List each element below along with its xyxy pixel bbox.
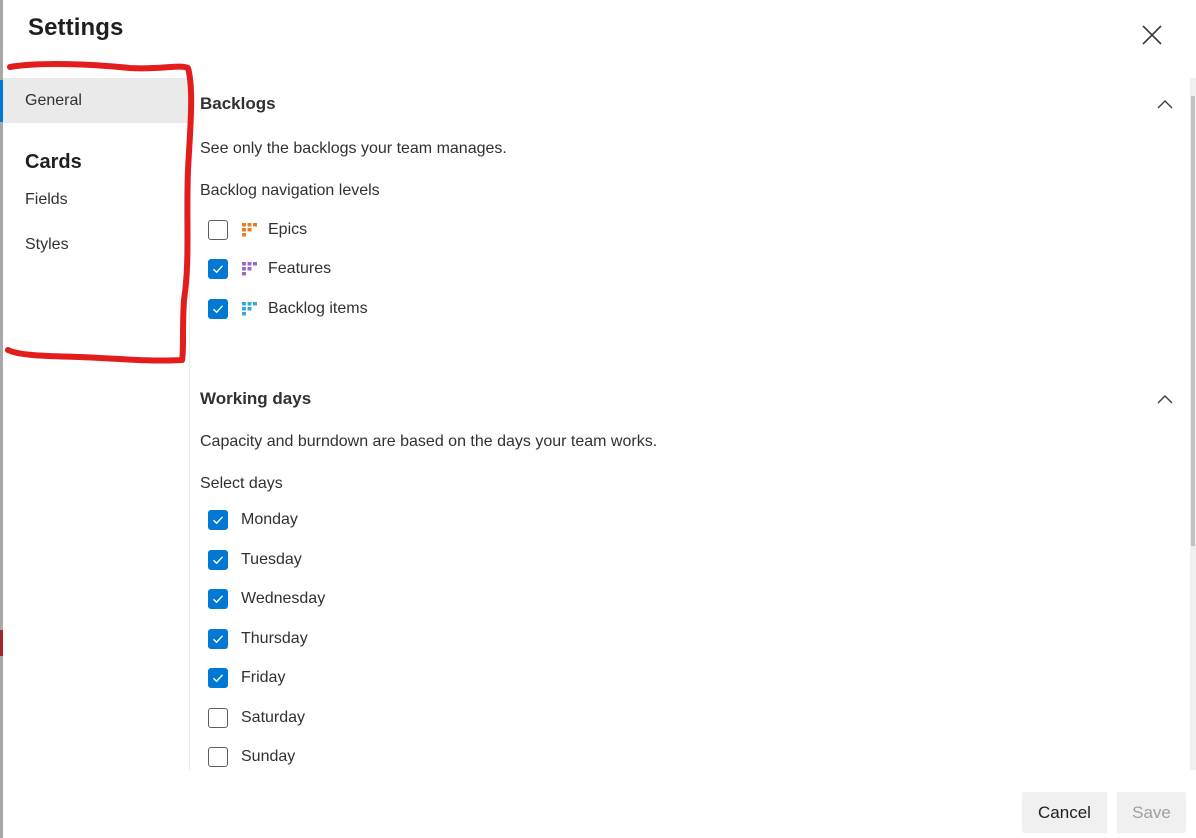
checkbox-label: Saturday [241, 708, 306, 726]
checkbox-label: Tuesday [241, 550, 302, 568]
section-title: Backlogs [200, 94, 276, 113]
day-sunday[interactable]: Sunday [200, 738, 1180, 771]
settings-nav: General Cards Fields Styles [3, 78, 189, 267]
chevron-up-icon [1157, 100, 1173, 109]
checkbox[interactable] [208, 668, 228, 689]
working-days-list: Monday Tuesday Wednesday Thursday Friday… [200, 501, 1180, 771]
save-button[interactable]: Save [1117, 792, 1186, 833]
nav-item-styles[interactable]: Styles [3, 222, 189, 267]
features-backlog-icon [242, 262, 257, 276]
backlog-levels-label: Backlog navigation levels [200, 182, 380, 199]
nav-item-general[interactable]: General [3, 78, 189, 123]
nav-item-fields[interactable]: Fields [3, 177, 189, 222]
collapse-backlogs-button[interactable] [1150, 89, 1180, 119]
checkbox[interactable] [208, 298, 228, 319]
backlogs-header[interactable]: Backlogs [200, 78, 1180, 130]
scrollbar-thumb[interactable] [1191, 96, 1195, 546]
chevron-up-icon [1157, 394, 1173, 403]
nav-divider [189, 78, 190, 770]
day-friday[interactable]: Friday [200, 659, 1180, 699]
nav-group-cards: Cards [25, 150, 82, 173]
backlog-level-features[interactable]: Features [200, 250, 1180, 290]
close-button[interactable] [1139, 22, 1165, 48]
checkbox[interactable] [208, 219, 228, 240]
checkbox-label: Monday [241, 511, 298, 529]
day-tuesday[interactable]: Tuesday [200, 540, 1180, 580]
section-description: Capacity and burndown are based on the d… [200, 432, 658, 450]
nav-item-label: General [25, 91, 82, 109]
checkbox[interactable] [208, 589, 228, 610]
checkbox[interactable] [208, 510, 228, 531]
day-wednesday[interactable]: Wednesday [200, 580, 1180, 620]
backlog-levels-list: Epics Features Backlog items [200, 210, 1180, 329]
select-days-label: Select days [200, 474, 283, 492]
checkbox-label: Wednesday [241, 590, 326, 608]
backlog-level-epics[interactable]: Epics [200, 210, 1180, 250]
nav-item-label: Styles [25, 235, 69, 253]
checkbox-label: Features [268, 260, 332, 278]
cancel-button[interactable]: Cancel [1022, 792, 1107, 833]
checkbox-label: Thursday [241, 629, 308, 647]
day-thursday[interactable]: Thursday [200, 619, 1180, 659]
backlog-level-backlog-items[interactable]: Backlog items [200, 289, 1180, 329]
checkbox-label: Backlog items [268, 299, 368, 317]
backlog-items-backlog-icon [242, 301, 257, 316]
checkbox[interactable] [208, 707, 228, 728]
section-title: Working days [200, 388, 312, 408]
collapse-working-days-button[interactable] [1150, 384, 1180, 414]
checkbox[interactable] [208, 747, 228, 768]
day-saturday[interactable]: Saturday [200, 698, 1180, 738]
checkbox-label: Sunday [241, 748, 296, 766]
settings-content: Backlogs See only the backlogs your team… [200, 78, 1180, 770]
epics-backlog-icon [242, 222, 257, 237]
checkbox[interactable] [208, 549, 228, 570]
checkbox-label: Friday [241, 669, 286, 687]
checkbox[interactable] [208, 259, 228, 280]
working-days-header[interactable]: Working days [200, 367, 1180, 431]
nav-item-label: Fields [25, 190, 68, 208]
section-description: See only the backlogs your team manages. [200, 140, 507, 157]
working-days-section: Working days Capacity and burndown are b… [200, 367, 1180, 771]
dialog-title: Settings [28, 14, 124, 41]
checkbox[interactable] [208, 628, 228, 649]
day-monday[interactable]: Monday [200, 501, 1180, 541]
checkbox-label: Epics [268, 220, 308, 238]
backlogs-section: Backlogs See only the backlogs your team… [200, 78, 1180, 329]
close-icon [1142, 25, 1162, 45]
settings-dialog: Settings General Cards Fields Styles Bac… [3, 0, 1196, 838]
